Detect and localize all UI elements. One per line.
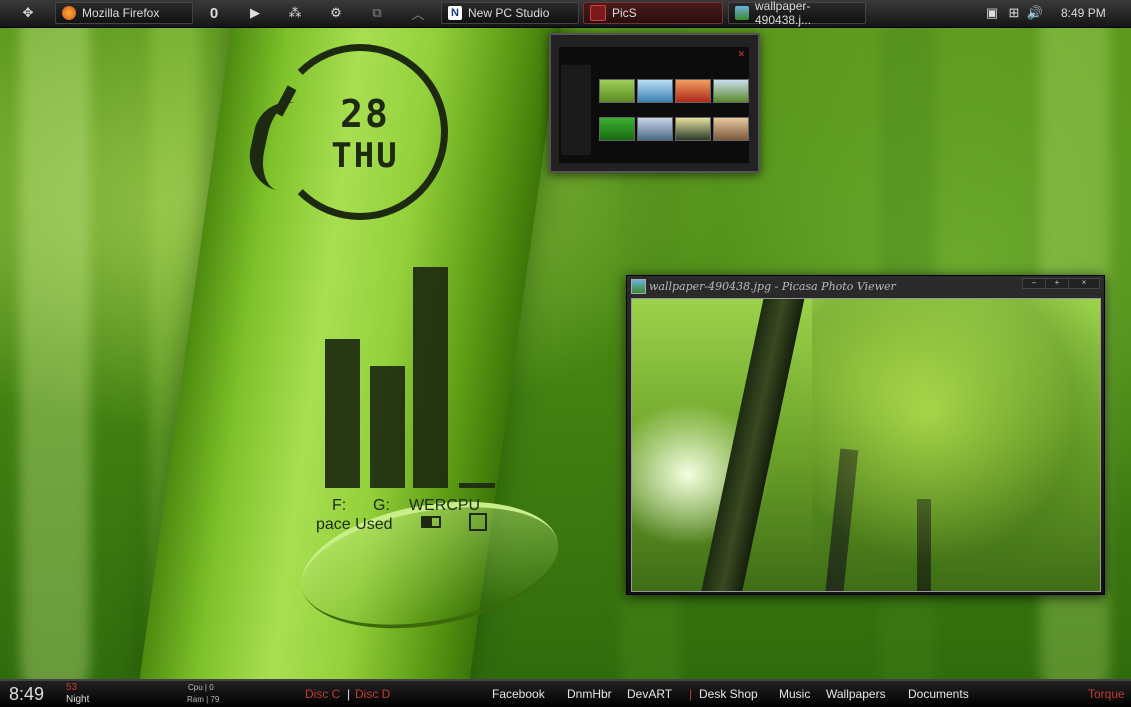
- divider: |: [347, 687, 351, 701]
- photo-stalk: [699, 299, 805, 591]
- preview-thumb: [599, 117, 635, 141]
- volume-icon[interactable]: 🔊: [1025, 2, 1045, 24]
- preview-thumb: [675, 117, 711, 141]
- link-documents[interactable]: Documents: [908, 687, 969, 701]
- start-menu-icon[interactable]: ✥: [18, 2, 38, 24]
- task-wallpaper[interactable]: wallpaper-490438.j...: [728, 0, 866, 27]
- link-dnmhbr[interactable]: DnmHbr: [567, 687, 612, 701]
- network-icon[interactable]: ⁂: [285, 2, 305, 24]
- settings-icon[interactable]: ⚙: [326, 2, 346, 24]
- tray-network-icon[interactable]: ▣: [982, 2, 1002, 24]
- disc-c-link[interactable]: Disc C: [305, 687, 340, 701]
- preview-thumb: [599, 79, 635, 103]
- viewer-title: wallpaper-490438.jpg - Picasa Photo View…: [649, 280, 896, 293]
- maximize-button[interactable]: +: [1045, 278, 1069, 289]
- task-new-pc-studio[interactable]: N New PC Studio: [441, 2, 579, 24]
- preview-thumb: [637, 79, 673, 103]
- label-f: F:: [332, 497, 347, 514]
- photo-foliage: [812, 299, 1100, 589]
- n-app-icon: N: [448, 6, 462, 20]
- chevron-up-icon[interactable]: ︿: [408, 2, 428, 24]
- minimize-button[interactable]: –: [1022, 278, 1046, 289]
- bar-g: [370, 366, 405, 488]
- firefox-icon: [62, 6, 76, 20]
- task-label: New PC Studio: [468, 6, 550, 20]
- link-wallpapers[interactable]: Wallpapers: [826, 687, 886, 701]
- pics-icon: [590, 5, 606, 21]
- task-label: Mozilla Firefox: [82, 6, 160, 20]
- link-desk-shop[interactable]: Desk Shop: [699, 687, 758, 701]
- quick-launch-0[interactable]: 0: [204, 2, 224, 24]
- preview-thumb: [713, 79, 749, 103]
- preview-thumb: [713, 117, 749, 141]
- label-g: G:: [373, 497, 390, 514]
- link-devart[interactable]: DevART: [627, 687, 672, 701]
- bar-power: [413, 267, 448, 488]
- weather-label: Night: [66, 694, 90, 705]
- link-torque[interactable]: Torque: [1088, 687, 1125, 701]
- tray-display-icon[interactable]: ⊞: [1004, 2, 1024, 24]
- image-icon: [735, 6, 749, 20]
- cpu-readout: Cpu | 0: [188, 683, 214, 692]
- top-taskbar: ✥ Mozilla Firefox 0 ▶ ⁂ ⚙ ⧉ ︿ N New PC S…: [0, 0, 1131, 28]
- windows-icon[interactable]: ⧉: [367, 2, 387, 24]
- bottom-clock: 8:49: [9, 684, 45, 704]
- link-music[interactable]: Music: [779, 687, 810, 701]
- task-firefox[interactable]: Mozilla Firefox: [55, 2, 193, 24]
- cpu-chip-icon: [469, 513, 487, 531]
- task-pics[interactable]: PicS: [583, 2, 723, 24]
- weather-temp: 53: [66, 682, 78, 693]
- close-button[interactable]: ×: [1068, 278, 1100, 289]
- viewer-app-icon: [631, 279, 646, 294]
- bottom-bar: 8:49 53 Night Cpu | 0 Ram | 79 Disc C | …: [0, 679, 1131, 707]
- preview-close-icon: ✕: [737, 49, 745, 59]
- bar-f: [325, 339, 360, 488]
- taskbar-clock[interactable]: 8:49 PM: [1061, 2, 1106, 24]
- preview-content: ✕: [559, 47, 749, 163]
- picasa-viewer-window[interactable]: wallpaper-490438.jpg - Picasa Photo View…: [626, 275, 1105, 595]
- pics-window-preview[interactable]: ✕: [549, 33, 760, 173]
- task-label: PicS: [612, 6, 637, 20]
- disc-d-link[interactable]: Disc D: [355, 687, 390, 701]
- clock-day: 28: [340, 92, 390, 136]
- battery-icon: [421, 516, 441, 528]
- play-icon[interactable]: ▶: [245, 2, 265, 24]
- clock-weekday: THU: [331, 136, 399, 176]
- bg-bamboo: [20, 0, 90, 700]
- preview-sidebar: [561, 65, 591, 155]
- ram-readout: Ram | 79: [187, 695, 220, 704]
- viewer-photo: [631, 298, 1101, 592]
- divider: |: [689, 687, 693, 701]
- preview-thumb: [675, 79, 711, 103]
- bar-cpu: [459, 483, 495, 488]
- space-used-caption: pace Used: [316, 516, 393, 533]
- link-facebook[interactable]: Facebook: [492, 687, 545, 701]
- preview-thumb: [637, 117, 673, 141]
- task-label: wallpaper-490438.j...: [755, 0, 812, 27]
